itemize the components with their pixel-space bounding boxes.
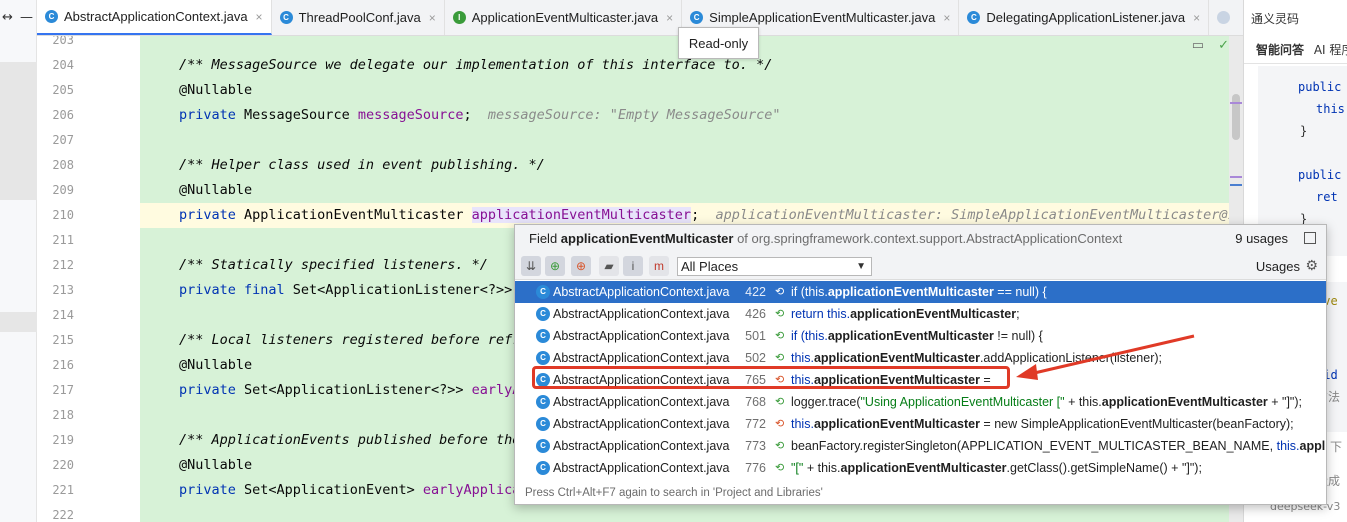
tab-application-event-multicaster[interactable]: I ApplicationEventMulticaster.java ×	[445, 0, 683, 35]
tab-abstract-application-context[interactable]: C AbstractApplicationContext.java ×	[37, 0, 272, 35]
class-icon	[1217, 11, 1231, 24]
code-line: 206 private MessageSource messageSource;…	[52, 107, 781, 123]
expand-icon[interactable]: ↔	[2, 10, 13, 25]
popup-footer-hint: Press Ctrl+Alt+F7 again to search in 'Pr…	[525, 487, 823, 499]
code-line: 203	[52, 36, 74, 47]
panel-title: 通义灵码	[1251, 12, 1300, 26]
write-access-icon: ⟲	[775, 418, 785, 430]
module-icon[interactable]: m	[649, 256, 669, 276]
class-icon: C	[967, 11, 981, 24]
panel-tabs: 智能问答 AI 程序	[1244, 36, 1347, 64]
class-icon: C	[690, 11, 704, 24]
usage-row[interactable]: C AbstractApplicationContext.java 422 ⟲ …	[515, 281, 1326, 303]
annotation-highlight-box	[532, 366, 1010, 389]
code-line: 205 @Nullable	[52, 82, 253, 98]
class-icon: C	[279, 11, 293, 24]
class-icon: C	[536, 285, 550, 299]
tab-ai-programmer[interactable]: AI 程序	[1314, 43, 1347, 57]
read-access-icon: ⟲	[775, 286, 785, 298]
usage-row[interactable]: C AbstractApplicationContext.java 426 ⟲ …	[515, 303, 1326, 325]
close-icon[interactable]: ×	[943, 11, 950, 25]
tab-overflow[interactable]	[1209, 0, 1243, 35]
usage-count: 9 usages	[1235, 231, 1288, 246]
interface-icon: I	[452, 11, 466, 24]
usage-row[interactable]: C AbstractApplicationContext.java 501 ⟲ …	[515, 325, 1326, 347]
usage-marker[interactable]	[1230, 176, 1242, 178]
class-icon: C	[536, 351, 550, 365]
usage-row[interactable]: C AbstractApplicationContext.java 772 ⟲ …	[515, 413, 1326, 435]
read-only-tooltip: Read-only	[678, 27, 759, 59]
editor-inspection-icons: ▭ ✓	[1192, 38, 1229, 53]
code-line: 209 @Nullable	[52, 182, 253, 198]
usage-row[interactable]: C AbstractApplicationContext.java 773 ⟲ …	[515, 435, 1326, 457]
read-access-icon: ⟲	[775, 396, 785, 408]
tab-thread-pool-conf[interactable]: C ThreadPoolConf.java ×	[272, 0, 445, 35]
usage-row[interactable]: C AbstractApplicationContext.java 776 ⟲ …	[515, 457, 1326, 479]
annotation-arrow-icon	[1016, 334, 1195, 380]
merge-lines-icon[interactable]: ⇊	[521, 256, 541, 276]
popup-title: Field applicationEventMulticaster of org…	[529, 231, 1123, 246]
info-icon[interactable]: i	[623, 256, 643, 276]
read-access-icon: ⟲	[775, 330, 785, 342]
read-access-icon: ⟲	[775, 462, 785, 474]
code-line: 207	[52, 133, 74, 147]
popup-toolbar: ⇊ ⊕ ⊕ ▰ i m All Places ▼ Usages ⚙	[515, 252, 1326, 280]
usages-label: Usages	[1255, 259, 1300, 274]
collapse-icon[interactable]: —	[20, 10, 33, 25]
reader-mode-icon[interactable]: ▭	[1192, 38, 1204, 53]
side-panel-ghost	[0, 312, 37, 332]
scrollbar-thumb[interactable]	[1232, 94, 1240, 140]
tab-delegating-application-listener[interactable]: C DelegatingApplicationListener.java ×	[959, 0, 1210, 35]
scope-dropdown[interactable]: All Places ▼	[677, 257, 872, 276]
check-icon[interactable]: ✓	[1218, 38, 1229, 53]
popup-header: Field applicationEventMulticaster of org…	[515, 225, 1326, 252]
class-icon: C	[536, 307, 550, 321]
close-icon[interactable]: ×	[1193, 11, 1200, 25]
chevron-down-icon: ▼	[856, 261, 866, 272]
usage-row[interactable]: C AbstractApplicationContext.java 768 ⟲ …	[515, 391, 1326, 413]
read-access-icon: ⟲	[775, 308, 785, 320]
folder-icon[interactable]: ▰	[599, 256, 619, 276]
pin-window-icon[interactable]	[1304, 232, 1316, 244]
editor-tab-bar: C AbstractApplicationContext.java × C Th…	[37, 0, 1243, 36]
code-line: 222	[52, 508, 74, 522]
usage-marker[interactable]	[1230, 184, 1242, 186]
close-icon[interactable]: ×	[429, 11, 436, 25]
find-usages-popup[interactable]: Field applicationEventMulticaster of org…	[514, 224, 1327, 505]
usage-marker[interactable]	[1230, 102, 1242, 104]
field-highlight: applicationEventMulticaster	[471, 207, 692, 223]
class-icon: C	[536, 417, 550, 431]
read-access-icon[interactable]: ⊕	[545, 256, 565, 276]
class-icon: C	[536, 329, 550, 343]
class-icon: C	[536, 395, 550, 409]
class-icon: C	[536, 461, 550, 475]
left-tool-strip: ↔ —	[0, 0, 37, 522]
class-icon: C	[536, 439, 550, 453]
code-line: 204 /** MessageSource we delegate our im…	[52, 57, 773, 73]
code-line: 208 /** Helper class used in event publi…	[52, 157, 545, 173]
tab-smart-qa[interactable]: 智能问答	[1256, 43, 1304, 57]
gear-icon[interactable]: ⚙	[1305, 257, 1318, 274]
class-icon: C	[45, 10, 58, 23]
close-icon[interactable]: ×	[666, 11, 673, 25]
write-access-icon[interactable]: ⊕	[571, 256, 591, 276]
side-panel-ghost	[0, 62, 37, 200]
close-icon[interactable]: ×	[256, 10, 263, 24]
read-access-icon: ⟲	[775, 440, 785, 452]
